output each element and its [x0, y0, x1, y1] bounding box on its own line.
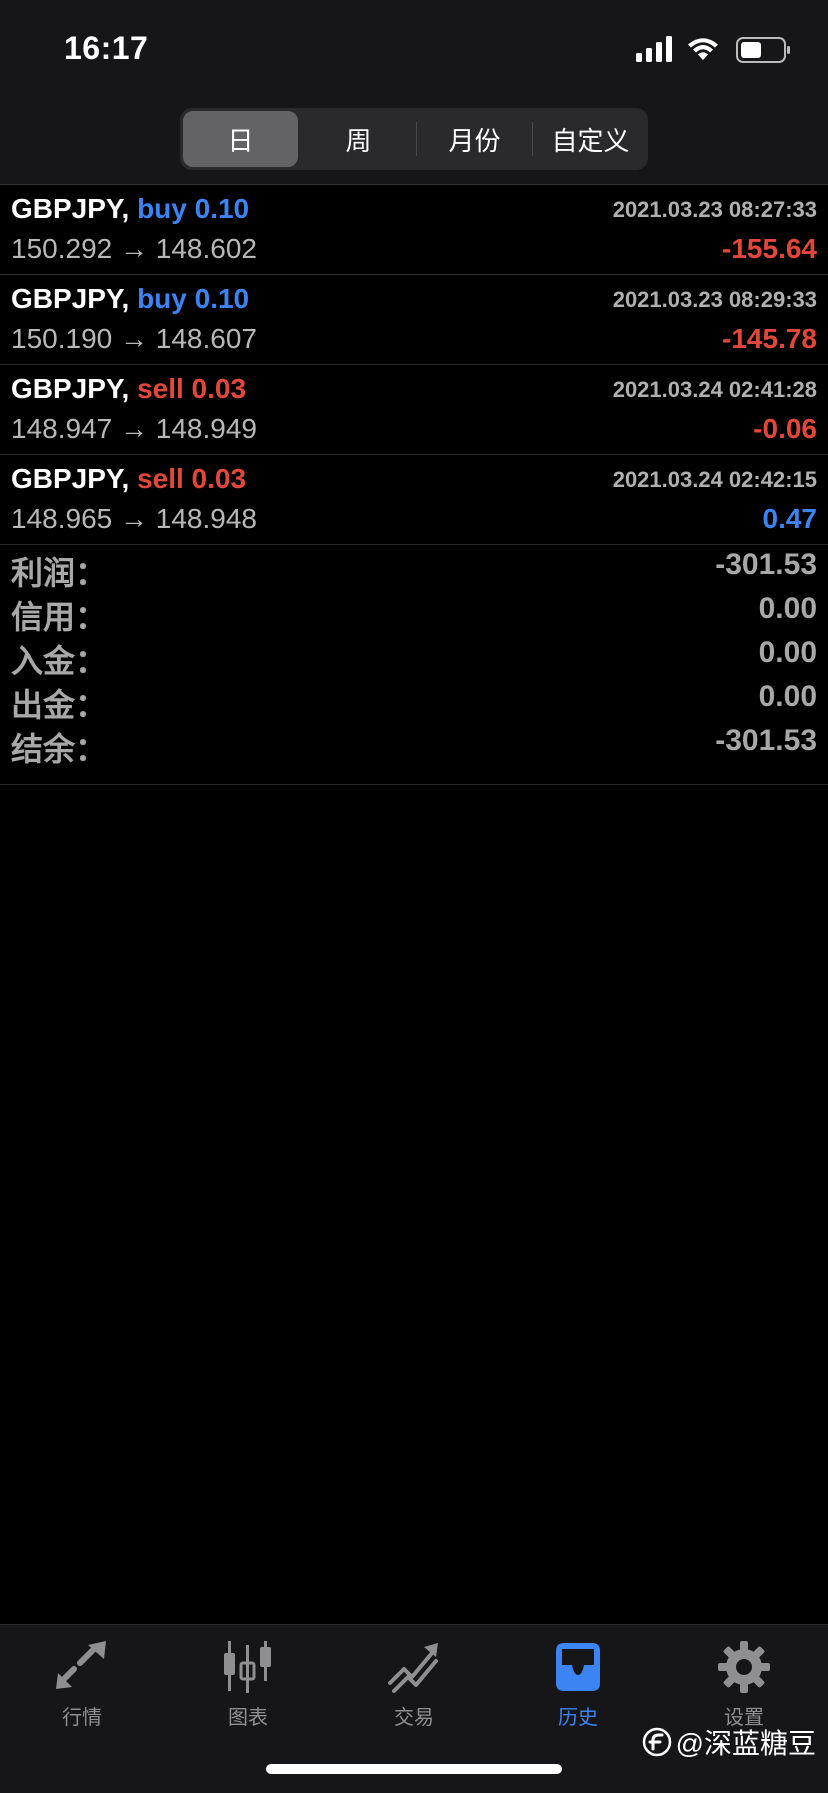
trade-history-list: GBPJPY, buy 0.10 2021.03.23 08:27:33 150…	[0, 184, 828, 545]
trade-symbol: GBPJPY,	[11, 373, 130, 404]
watermark-logo-icon	[642, 1727, 671, 1757]
tab-chart[interactable]: 图表	[188, 1639, 308, 1749]
table-row[interactable]: GBPJPY, buy 0.10 2021.03.23 08:29:33 150…	[0, 275, 828, 365]
trade-side: buy	[137, 193, 187, 224]
trade-time: 2021.03.23 08:29:33	[612, 287, 817, 312]
summary-row-withdrawal: 出金： 0.00	[0, 676, 828, 723]
tab-history-label: 历史	[558, 1707, 598, 1729]
summary-row-deposit: 入金： 0.00	[0, 632, 828, 679]
trade-symbol: GBPJPY,	[11, 283, 130, 314]
summary-value: -301.53	[715, 548, 817, 581]
close-price: 148.948	[155, 503, 257, 534]
trade-side: sell	[137, 373, 184, 404]
trade-profit: -0.06	[753, 413, 817, 444]
history-inbox-icon	[556, 1643, 600, 1691]
table-row[interactable]: GBPJPY, sell 0.03 2021.03.24 02:42:15 14…	[0, 455, 828, 545]
trade-title: GBPJPY, buy 0.10	[11, 283, 249, 315]
trade-volume: 0.10	[194, 283, 250, 314]
watermark-text: @深蓝糖豆	[675, 1728, 816, 1759]
trade-trend-icon	[388, 1643, 438, 1693]
home-indicator[interactable]	[266, 1764, 562, 1774]
arrow-right-icon: →	[120, 503, 148, 534]
close-price: 148.602	[155, 233, 257, 264]
trade-profit: -145.78	[722, 323, 817, 354]
tab-quotes-label: 行情	[62, 1707, 102, 1729]
tab-day[interactable]: 日	[183, 111, 298, 167]
signal-icon	[636, 36, 672, 62]
trade-prices: 148.965 → 148.948	[11, 503, 257, 535]
trade-title: GBPJPY, sell 0.03	[11, 463, 246, 495]
account-summary: 利润： -301.53 信用： 0.00 入金： 0.00 出金： 0.00 结…	[0, 544, 828, 785]
table-row[interactable]: GBPJPY, buy 0.10 2021.03.23 08:27:33 150…	[0, 185, 828, 275]
close-price: 148.949	[155, 413, 257, 444]
open-price: 150.292	[11, 233, 113, 264]
arrow-right-icon: →	[120, 233, 148, 264]
open-price: 150.190	[11, 323, 113, 354]
trade-time: 2021.03.23 08:27:33	[612, 197, 817, 222]
tab-week-label: 周	[345, 125, 372, 156]
tab-chart-label: 图表	[228, 1707, 268, 1729]
trade-time: 2021.03.24 02:42:15	[612, 467, 817, 492]
tab-trade[interactable]: 交易	[354, 1639, 474, 1749]
summary-row-credit: 信用： 0.00	[0, 588, 828, 635]
table-row[interactable]: GBPJPY, sell 0.03 2021.03.24 02:41:28 14…	[0, 365, 828, 455]
summary-value: -301.53	[715, 724, 817, 757]
summary-value: 0.00	[758, 592, 817, 625]
period-segmented-control: 日 周 月份 自定义	[180, 108, 648, 170]
tab-history[interactable]: 历史	[518, 1639, 638, 1749]
gear-icon	[718, 1641, 770, 1693]
trade-prices: 150.190 → 148.607	[11, 323, 257, 355]
tab-custom-label: 自定义	[551, 125, 630, 156]
tab-custom[interactable]: 自定义	[533, 111, 648, 167]
open-price: 148.947	[11, 413, 113, 444]
trade-side: buy	[137, 283, 187, 314]
tab-week[interactable]: 周	[301, 111, 416, 167]
summary-row-profit: 利润： -301.53	[0, 544, 828, 591]
trade-prices: 148.947 → 148.949	[11, 413, 257, 445]
tab-quotes[interactable]: 行情	[22, 1639, 142, 1749]
quotes-arrows-icon	[56, 1641, 106, 1689]
tab-month[interactable]: 月份	[417, 111, 532, 167]
trade-time: 2021.03.24 02:41:28	[612, 377, 817, 402]
close-price: 148.607	[155, 323, 257, 354]
summary-row-balance: 结余： -301.53	[0, 720, 828, 767]
tab-day-label: 日	[227, 125, 254, 156]
trade-title: GBPJPY, buy 0.10	[11, 193, 249, 225]
arrow-right-icon: →	[120, 323, 148, 354]
summary-value: 0.00	[758, 680, 817, 713]
open-price: 148.965	[11, 503, 113, 534]
arrow-right-icon: →	[120, 413, 148, 444]
trade-profit: -155.64	[722, 233, 817, 264]
summary-label: 结余：	[11, 731, 108, 767]
trade-symbol: GBPJPY,	[11, 193, 130, 224]
trade-prices: 150.292 → 148.602	[11, 233, 257, 265]
trade-volume: 0.10	[194, 193, 250, 224]
trade-profit: 0.47	[762, 503, 818, 534]
trade-title: GBPJPY, sell 0.03	[11, 373, 246, 405]
wifi-icon	[688, 38, 718, 60]
status-bar: 16:17	[0, 0, 828, 100]
tab-month-label: 月份	[448, 125, 501, 156]
trade-volume: 0.03	[191, 373, 247, 404]
summary-value: 0.00	[758, 636, 817, 669]
tab-trade-label: 交易	[394, 1707, 434, 1729]
trade-symbol: GBPJPY,	[11, 463, 130, 494]
watermark: @深蓝糖豆	[642, 1722, 816, 1762]
candlestick-chart-icon	[224, 1641, 271, 1693]
trade-volume: 0.03	[191, 463, 247, 494]
status-time: 16:17	[64, 30, 149, 66]
battery-icon	[736, 37, 790, 63]
trade-side: sell	[137, 463, 184, 494]
